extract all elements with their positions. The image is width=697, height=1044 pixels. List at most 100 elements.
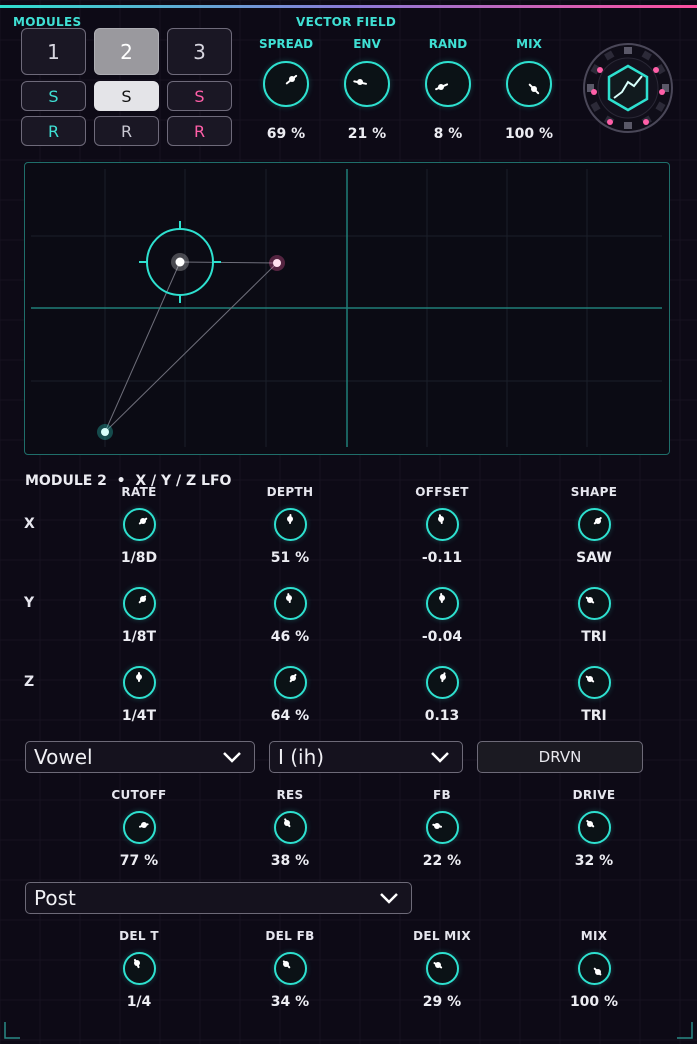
lfo-column-header: RATE (121, 485, 157, 499)
chevron-down-icon (431, 752, 449, 763)
top-knob-label: MIX (516, 37, 542, 51)
knob-indicator-dot (356, 79, 363, 86)
lfo-value: 1/8D (120, 550, 158, 566)
filter-knob-label: RES (276, 788, 304, 802)
lfo-value: TRI (581, 629, 607, 645)
filter-knob-0[interactable] (122, 810, 156, 844)
module-3-button[interactable]: 3 (167, 28, 232, 75)
delay-knob-label: DEL T (119, 929, 159, 943)
top-knob-label: SPREAD (258, 37, 314, 51)
lfo-knob[interactable] (577, 507, 611, 541)
module-1-solo-button[interactable]: S (21, 81, 86, 111)
delay-knob-value: 1/4 (126, 994, 152, 1010)
knob-indicator-dot (140, 517, 147, 524)
knob-indicator-dot (288, 76, 295, 83)
lfo-knob[interactable] (273, 586, 307, 620)
module-2-button[interactable]: 2 (94, 28, 159, 75)
modules-label: MODULES (13, 15, 82, 29)
logo-hexagon-icon (583, 43, 673, 133)
delay-knob-label: DEL FB (265, 929, 315, 943)
lfo-knob[interactable] (425, 507, 459, 541)
filter-knob-2[interactable] (425, 810, 459, 844)
delay-routing-value: Post (34, 886, 76, 910)
filter-knob-value: 77 % (119, 853, 159, 869)
lfo-knob[interactable] (425, 586, 459, 620)
vector-field-graphic (31, 169, 662, 447)
module-1-button[interactable]: 1 (21, 28, 86, 75)
knob-indicator-dot (438, 594, 445, 601)
lfo-column-header: DEPTH (266, 485, 314, 499)
filter-knob-value: 22 % (422, 853, 462, 869)
delay-knob-2[interactable] (425, 951, 459, 985)
delay-knob-0[interactable] (122, 951, 156, 985)
lfo-value: -0.11 (421, 550, 463, 566)
delay-knob-1[interactable] (273, 951, 307, 985)
filter-knob-1[interactable] (273, 810, 307, 844)
lfo-knob[interactable] (577, 665, 611, 699)
lfo-knob[interactable] (577, 586, 611, 620)
top-knob-1[interactable] (344, 61, 390, 107)
lfo-value: -0.04 (421, 629, 463, 645)
filter-knob-label: CUTOFF (111, 788, 167, 802)
filter-knob-3[interactable] (577, 810, 611, 844)
delay-routing-dropdown[interactable]: Post (25, 882, 412, 914)
lfo-axis-label: Z (24, 674, 35, 690)
lfo-value: 51 % (270, 550, 310, 566)
knob-indicator-dot (140, 822, 147, 829)
knob-indicator-dot (594, 968, 601, 975)
knob-indicator-dot (433, 822, 440, 829)
lfo-value: 1/4T (121, 708, 157, 724)
lfo-knob[interactable] (425, 665, 459, 699)
filter-knob-value: 38 % (270, 853, 310, 869)
knob-indicator-dot (287, 515, 294, 522)
lfo-value: SAW (576, 550, 612, 566)
lfo-knob[interactable] (273, 507, 307, 541)
knob-indicator-dot (290, 674, 297, 681)
lfo-column-header: OFFSET (415, 485, 469, 499)
filter-type-value: Vowel (34, 745, 93, 769)
delay-knob-label: MIX (580, 929, 608, 943)
lfo-knob[interactable] (122, 586, 156, 620)
knob-indicator-dot (139, 596, 146, 603)
module-2-reset-button[interactable]: R (94, 116, 159, 146)
delay-knob-3[interactable] (577, 951, 611, 985)
filter-knob-label: FB (433, 788, 451, 802)
module-3-solo-button[interactable]: S (167, 81, 232, 111)
filter-knob-label: DRIVE (572, 788, 616, 802)
knob-indicator-dot (133, 960, 140, 967)
vector-field-label: VECTOR FIELD (296, 15, 397, 29)
knob-indicator-dot (438, 84, 445, 90)
top-knob-0[interactable] (263, 61, 309, 107)
vowel-dropdown[interactable]: I (ih) (269, 741, 463, 773)
knob-indicator-dot (286, 594, 293, 601)
module-2-solo-button[interactable]: S (94, 81, 159, 111)
filter-type-dropdown[interactable]: Vowel (25, 741, 255, 773)
lfo-value: TRI (581, 708, 607, 724)
drvn-button[interactable]: DRVN (477, 741, 643, 773)
lfo-axis-label: Y (24, 595, 35, 611)
delay-knob-label: DEL MIX (413, 929, 471, 943)
lfo-knob[interactable] (122, 507, 156, 541)
lfo-value: 64 % (270, 708, 310, 724)
knob-indicator-dot (437, 515, 444, 522)
lfo-knob[interactable] (122, 665, 156, 699)
delay-knob-value: 29 % (422, 994, 462, 1010)
knob-indicator-dot (586, 675, 593, 682)
lfo-knob[interactable] (273, 665, 307, 699)
knob-indicator-dot (136, 673, 142, 680)
filter-knob-value: 32 % (574, 853, 614, 869)
module-1-reset-button[interactable]: R (21, 116, 86, 146)
lfo-value: 1/8T (121, 629, 157, 645)
knob-indicator-dot (284, 819, 291, 826)
top-knob-2[interactable] (425, 61, 471, 107)
lfo-column-header: SHAPE (570, 485, 618, 499)
module-3-reset-button[interactable]: R (167, 116, 232, 146)
vector-field-pad[interactable] (24, 162, 670, 455)
top-knob-label: ENV (353, 37, 381, 51)
lfo-value: 0.13 (424, 708, 460, 724)
vowel-value: I (ih) (278, 745, 325, 769)
top-knob-label: RAND (428, 37, 468, 51)
top-knob-3[interactable] (506, 61, 552, 107)
knob-indicator-dot (586, 596, 593, 603)
knob-indicator-dot (587, 820, 594, 827)
